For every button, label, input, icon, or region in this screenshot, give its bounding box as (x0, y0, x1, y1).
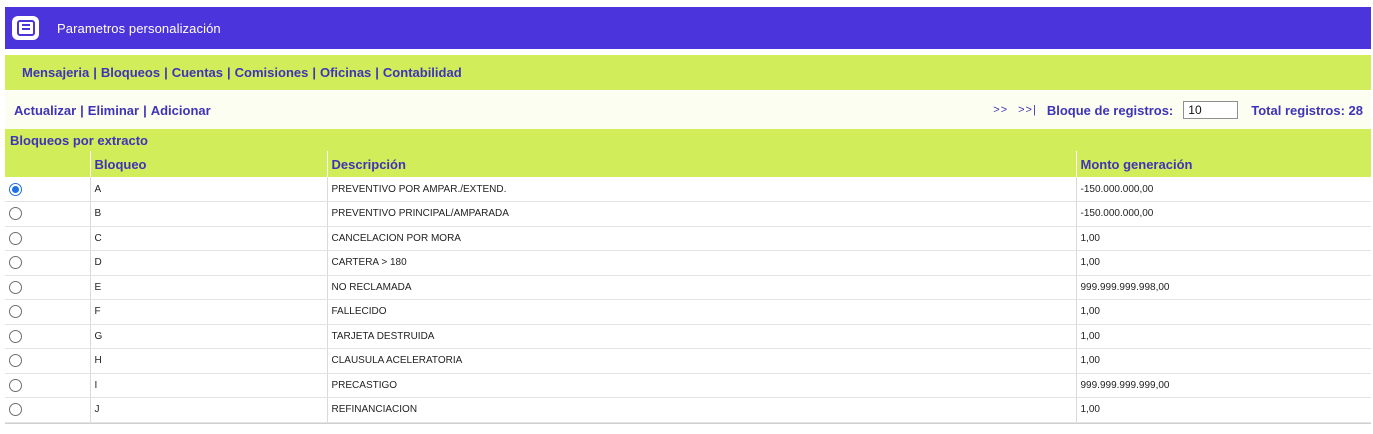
monto-column-header: Monto generación (1076, 151, 1371, 177)
menu-item-comisiones[interactable]: Comisiones (235, 65, 309, 80)
bloqueo-cell: J (90, 398, 327, 423)
row-select-cell (5, 251, 90, 276)
block-size-input[interactable] (1183, 101, 1238, 119)
table-header-row: Bloqueo Descripción Monto generación (5, 151, 1371, 177)
monto-cell: 999.999.999.999,00 (1076, 373, 1371, 398)
descripcion-cell: PREVENTIVO PRINCIPAL/AMPARADA (327, 202, 1076, 227)
table-row[interactable]: E NO RECLAMADA 999.999.999.998,00 (5, 275, 1371, 300)
row-select-cell (5, 300, 90, 325)
menu-item-mensajeria[interactable]: Mensajeria (22, 65, 89, 80)
row-select-cell (5, 349, 90, 374)
table-row[interactable]: C CANCELACION POR MORA 1,00 (5, 226, 1371, 251)
record-actions: Actualizar | Eliminar | Adicionar (14, 103, 211, 118)
update-button[interactable]: Actualizar (14, 103, 76, 118)
row-radio-button[interactable] (9, 207, 22, 220)
bloqueo-cell: A (90, 177, 327, 202)
next-page-button[interactable]: >> (993, 104, 1008, 116)
monto-cell: 1,00 (1076, 226, 1371, 251)
table-row[interactable]: H CLAUSULA ACELERATORIA 1,00 (5, 349, 1371, 374)
table-row[interactable]: I PRECASTIGO 999.999.999.999,00 (5, 373, 1371, 398)
bloqueo-cell: I (90, 373, 327, 398)
row-radio-button[interactable] (9, 183, 22, 196)
table-row[interactable]: F FALLECIDO 1,00 (5, 300, 1371, 325)
menu-separator: | (160, 65, 172, 80)
descripcion-cell: CANCELACION POR MORA (327, 226, 1076, 251)
menu-item-cuentas[interactable]: Cuentas (172, 65, 223, 80)
monto-cell: 1,00 (1076, 300, 1371, 325)
descripcion-cell: CLAUSULA ACELERATORIA (327, 349, 1076, 374)
monto-cell: 1,00 (1076, 349, 1371, 374)
descripcion-cell: FALLECIDO (327, 300, 1076, 325)
row-radio-button[interactable] (9, 379, 22, 392)
descripcion-cell: PREVENTIVO POR AMPAR./EXTEND. (327, 177, 1076, 202)
action-separator: | (76, 103, 88, 118)
monto-cell: 1,00 (1076, 324, 1371, 349)
menu-separator: | (223, 65, 235, 80)
descripcion-cell: PRECASTIGO (327, 373, 1076, 398)
add-button[interactable]: Adicionar (151, 103, 211, 118)
table-title: Bloqueos por extracto (5, 129, 1371, 151)
main-menu: Mensajeria | Bloqueos | Cuentas | Comisi… (5, 55, 1371, 90)
descripcion-column-header: Descripción (327, 151, 1076, 177)
form-icon (12, 16, 39, 40)
row-select-cell (5, 275, 90, 300)
row-select-cell (5, 398, 90, 423)
delete-button[interactable]: Eliminar (88, 103, 139, 118)
table-row[interactable]: D CARTERA > 180 1,00 (5, 251, 1371, 276)
action-separator: | (139, 103, 151, 118)
descripcion-cell: REFINANCIACION (327, 398, 1076, 423)
menu-separator: | (371, 65, 383, 80)
blocks-table: Bloqueo Descripción Monto generación A P… (5, 151, 1371, 423)
row-radio-button[interactable] (9, 403, 22, 416)
table-row[interactable]: J REFINANCIACION 1,00 (5, 398, 1371, 423)
menu-item-oficinas[interactable]: Oficinas (320, 65, 371, 80)
row-radio-button[interactable] (9, 330, 22, 343)
table-row[interactable]: B PREVENTIVO PRINCIPAL/AMPARADA -150.000… (5, 202, 1371, 227)
pagination-controls: >> >>| Bloque de registros: Total regist… (993, 101, 1363, 119)
menu-separator: | (89, 65, 101, 80)
table-row[interactable]: G TARJETA DESTRUIDA 1,00 (5, 324, 1371, 349)
page-title: Parametros personalización (57, 21, 221, 36)
row-select-cell (5, 324, 90, 349)
row-radio-button[interactable] (9, 354, 22, 367)
header-bar: Parametros personalización (5, 7, 1371, 49)
menu-item-bloqueos[interactable]: Bloqueos (101, 65, 160, 80)
descripcion-cell: NO RECLAMADA (327, 275, 1076, 300)
monto-cell: -150.000.000,00 (1076, 177, 1371, 202)
bloqueo-cell: G (90, 324, 327, 349)
monto-cell: -150.000.000,00 (1076, 202, 1371, 227)
row-select-cell (5, 202, 90, 227)
page-frame: Parametros personalización Mensajeria | … (0, 0, 1373, 434)
bloqueo-cell: B (90, 202, 327, 227)
menu-separator: | (308, 65, 320, 80)
last-page-button[interactable]: >>| (1018, 104, 1037, 116)
monto-cell: 999.999.999.998,00 (1076, 275, 1371, 300)
monto-cell: 1,00 (1076, 251, 1371, 276)
descripcion-cell: CARTERA > 180 (327, 251, 1076, 276)
row-radio-button[interactable] (9, 256, 22, 269)
row-radio-button[interactable] (9, 305, 22, 318)
descripcion-cell: TARJETA DESTRUIDA (327, 324, 1076, 349)
row-select-cell (5, 226, 90, 251)
row-select-cell (5, 373, 90, 398)
bloqueo-cell: C (90, 226, 327, 251)
row-radio-button[interactable] (9, 281, 22, 294)
row-select-cell (5, 177, 90, 202)
bloqueo-cell: D (90, 251, 327, 276)
bloqueo-cell: F (90, 300, 327, 325)
menu-item-contabilidad[interactable]: Contabilidad (383, 65, 462, 80)
row-radio-button[interactable] (9, 232, 22, 245)
table-row[interactable]: A PREVENTIVO POR AMPAR./EXTEND. -150.000… (5, 177, 1371, 202)
select-column-header (5, 151, 90, 177)
blocks-table-section: Bloqueos por extracto Bloqueo Descripció… (5, 129, 1371, 424)
bloqueo-column-header: Bloqueo (90, 151, 327, 177)
action-toolbar: Actualizar | Eliminar | Adicionar >> >>|… (5, 91, 1371, 129)
monto-cell: 1,00 (1076, 398, 1371, 423)
total-records-label: Total registros: 28 (1251, 103, 1363, 118)
bloqueo-cell: E (90, 275, 327, 300)
bloqueo-cell: H (90, 349, 327, 374)
block-size-label: Bloque de registros: (1047, 103, 1173, 118)
